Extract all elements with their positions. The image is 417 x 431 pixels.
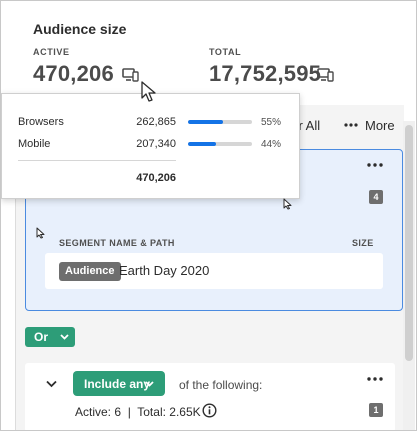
breakdown-bar [188,142,252,146]
breakdown-value: 207,340 [136,138,176,150]
following-text: of the following: [179,378,263,392]
breakdown-percent: 44% [261,139,282,150]
breakdown-bar-fill [188,142,217,146]
scrollbar-thumb[interactable] [405,125,413,361]
include-any-label: Include any [84,377,151,391]
more-dots-icon[interactable] [367,163,383,167]
group-count-badge: 1 [369,403,383,417]
audience-panel: Audience size ACTIVE 470,206 TOTAL 17,75… [0,0,417,431]
total-value: 17,752,595 [209,61,322,86]
breakdown-total: 470,206 [136,172,176,184]
breakdown-label: Browsers [18,116,64,128]
include-any-dropdown[interactable]: Include any [73,371,165,396]
chevron-down-icon [60,334,69,340]
chevron-down-icon [145,381,154,387]
segment-size-header: SIZE [352,238,374,248]
audience-badge: Audience [59,262,121,281]
device-breakdown-popover: Browsers 262,865 55% Mobile 207,340 44% … [1,93,300,199]
devices-icon[interactable] [317,67,335,83]
breakdown-bar-fill [188,120,224,124]
segment-row[interactable]: Audience Earth Day 2020 [45,253,383,289]
more-button[interactable]: More [365,118,395,133]
audience-size-title: Audience size [33,21,127,37]
breakdown-divider [18,160,176,161]
group-active-total: Active: 6 | Total: 2.65K [75,405,201,419]
more-dots-icon[interactable] [367,377,383,381]
devices-icon[interactable] [122,67,140,83]
more-dots-icon[interactable] [344,123,358,127]
total-label: TOTAL [209,47,242,57]
segment-count-badge: 4 [369,190,383,204]
mouse-cursor-icon [36,227,45,239]
or-dropdown-button[interactable]: Or [25,327,75,347]
chevron-down-icon[interactable] [46,380,57,388]
active-value: 470,206 [33,61,114,86]
breakdown-label: Mobile [18,138,51,150]
segment-name: Earth Day 2020 [119,263,210,278]
segment-name-header: SEGMENT NAME & PATH [59,238,175,248]
or-label: Or [34,330,49,344]
breakdown-percent: 55% [261,117,282,128]
mouse-cursor-icon [283,198,292,210]
mouse-cursor-icon [141,81,156,102]
breakdown-value: 262,865 [136,116,176,128]
breakdown-bar [188,120,252,124]
active-label: ACTIVE [33,47,70,57]
info-icon[interactable] [202,403,217,418]
